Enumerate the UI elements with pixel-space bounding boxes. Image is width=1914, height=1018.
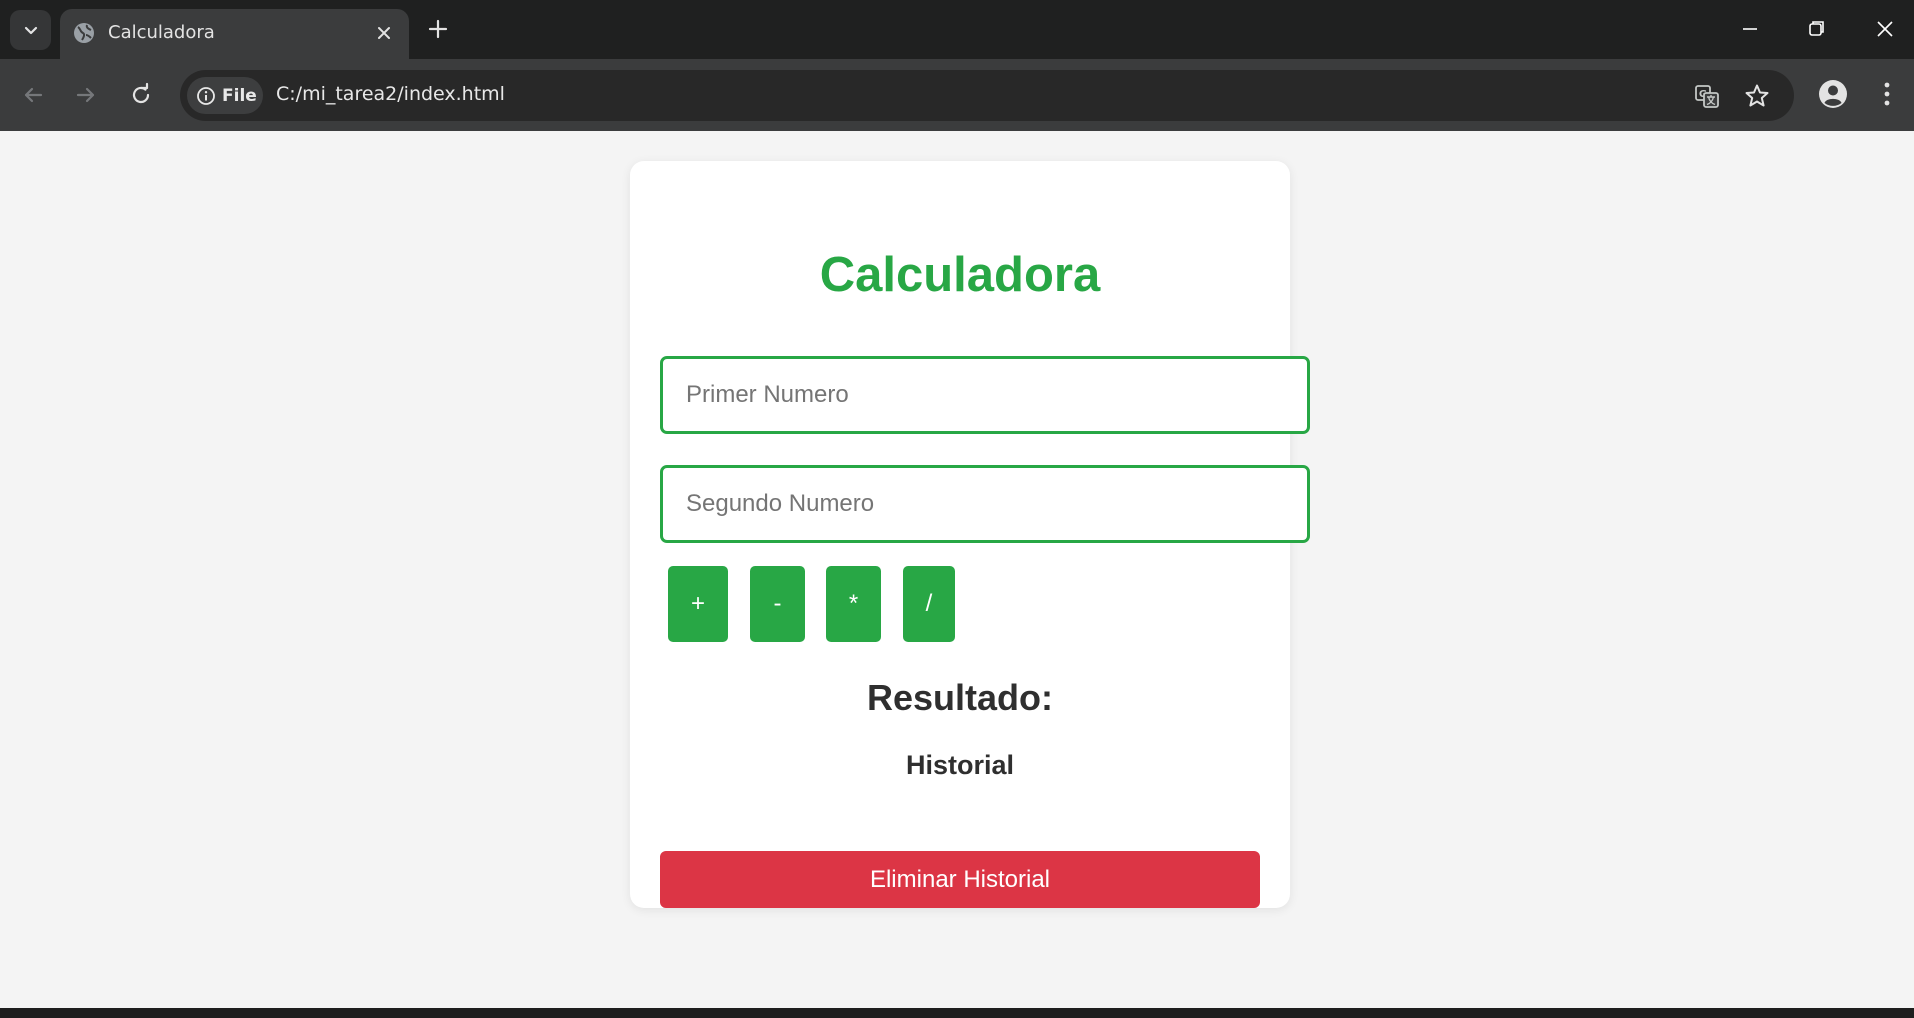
url-text[interactable]: C:/mi_tarea2/index.html: [276, 83, 505, 105]
result-heading: Resultado:: [866, 677, 1053, 718]
browser-toolbar: File C:/mi_tarea2/index.html G: [0, 59, 1914, 131]
subtract-button[interactable]: -: [750, 566, 805, 642]
tab-title: Calculadora: [108, 22, 215, 43]
info-icon: [197, 87, 215, 105]
reload-icon[interactable]: [127, 81, 155, 109]
add-button[interactable]: +: [668, 566, 728, 642]
bookmark-star-icon[interactable]: [1743, 82, 1771, 110]
new-tab-icon[interactable]: [426, 17, 450, 41]
divide-button[interactable]: /: [903, 566, 955, 642]
more-menu-icon[interactable]: [1876, 79, 1898, 109]
forward-arrow-icon[interactable]: [72, 81, 100, 109]
address-bar[interactable]: File C:/mi_tarea2/index.html G: [180, 70, 1794, 121]
close-tab-icon[interactable]: [372, 21, 396, 45]
minimize-window-icon[interactable]: [1735, 14, 1765, 44]
back-arrow-icon[interactable]: [19, 81, 47, 109]
profile-avatar-icon[interactable]: [1818, 79, 1848, 109]
browser-tab-active[interactable]: Calculadora: [60, 9, 409, 59]
translate-icon[interactable]: G: [1693, 82, 1721, 110]
tab-search-button[interactable]: [10, 10, 51, 50]
restore-window-icon[interactable]: [1802, 14, 1832, 44]
site-info-label: File: [222, 86, 257, 106]
browser-tab-strip: Calculadora: [0, 0, 1914, 59]
chevron-down-icon: [24, 26, 37, 35]
page-viewport: Calculadora + - * / Resultado: Historial…: [0, 131, 1914, 1008]
multiply-button[interactable]: *: [826, 566, 881, 642]
close-window-icon[interactable]: [1870, 14, 1900, 44]
page-title: Calculadora: [819, 248, 1101, 302]
history-heading: Historial: [905, 750, 1015, 780]
clear-history-button[interactable]: Eliminar Historial: [660, 851, 1260, 908]
site-info-chip[interactable]: File: [187, 77, 263, 114]
first-number-input[interactable]: [660, 356, 1310, 434]
calculator-card: Calculadora + - * / Resultado: Historial…: [630, 161, 1310, 908]
globe-icon: [74, 23, 94, 43]
second-number-input[interactable]: [660, 465, 1310, 543]
taskbar-edge: [0, 1008, 1914, 1018]
